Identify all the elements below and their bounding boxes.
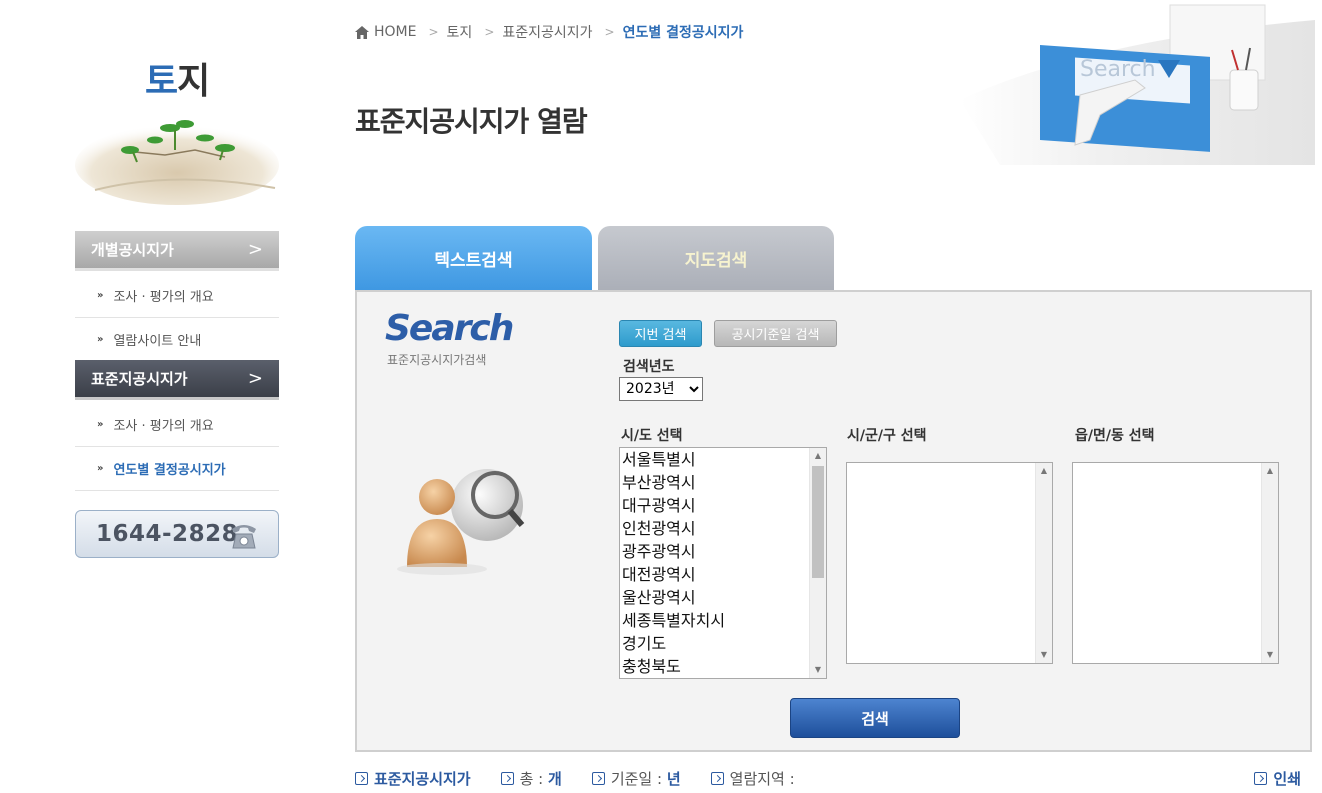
info-region-label: 열람지역 : [729,769,795,788]
phone-number-box: 1644-2828 [75,510,279,558]
button-label: 공시기준일 검색 [731,328,820,343]
breadcrumb-home[interactable]: HOME [374,24,416,40]
breadcrumb-item-standard-price[interactable]: 표준지공시지가 [502,22,592,42]
scroll-up-icon[interactable]: ▲ [810,448,826,464]
scroll-down-icon[interactable]: ▼ [810,662,826,678]
breadcrumb-separator-icon: > [428,25,439,39]
sidebar-menu-label: 표준지공시지가 [91,370,188,388]
sido-options: 서울특별시 부산광역시 대구광역시 인천광역시 광주광역시 대전광역시 울산광역시 세종특별자… [620,448,826,678]
eupmyeondong-listbox[interactable]: ▲ ▼ [1072,462,1279,664]
home-icon [355,25,369,39]
print-button[interactable]: 인쇄 [1254,768,1301,789]
info-category-text: 표준지공시지가 [374,769,471,788]
print-label: 인쇄 [1273,769,1301,788]
info-total: 총 : 개 [500,768,562,789]
scroll-thumb[interactable] [812,466,824,578]
sidebar-item-label: 조사 · 평가의 개요 [113,290,214,305]
info-category: 표준지공시지가 [355,768,471,789]
breadcrumb-separator-icon: > [484,25,495,39]
arrow-box-icon [591,771,605,785]
scroll-up-icon[interactable]: ▲ [1036,463,1052,479]
search-logo-subtitle: 표준지공시지가검색 [387,353,487,367]
sprout-illustration [75,120,279,205]
search-illustration: Search [960,4,1315,165]
button-label: 지번 검색 [634,328,687,343]
chevron-right-icon: > [247,239,263,260]
breadcrumb: HOME > 토지 > 표준지공시지가 > 연도별 결정공시지가 [355,22,743,42]
tab-map-search[interactable]: 지도검색 [598,226,834,290]
telephone-icon [232,525,256,549]
sido-option[interactable]: 광주광역시 [620,540,826,563]
sido-label: 시/도 선택 [621,428,683,444]
page: 토지 개별공시지가 > » 조사 · 평가의 개요 » 열람사이트 안내 표준지… [0,0,1322,793]
breadcrumb-separator-icon: > [604,25,615,39]
eupmyeondong-scrollbar[interactable]: ▲ ▼ [1261,463,1278,663]
info-total-unit: 개 [548,769,562,788]
arrow-box-icon [1254,771,1268,785]
button-label: 검색 [861,709,889,728]
sido-option[interactable]: 인천광역시 [620,517,826,540]
result-info-bar: 표준지공시지가 총 : 개 기준일 : 년 열람지역 : 인쇄 [355,767,1305,789]
sigungu-listbox[interactable]: ▲ ▼ [846,462,1053,664]
arrow-box-icon [500,771,514,785]
sidebar-menu-label: 개별공시지가 [91,241,174,259]
base-date-search-button[interactable]: 공시기준일 검색 [714,320,837,347]
double-arrow-icon: » [97,463,104,474]
sidebar-item-survey-overview-2[interactable]: » 조사 · 평가의 개요 [75,403,279,447]
eupmyeondong-label: 읍/면/동 선택 [1075,428,1155,444]
arrow-box-icon [710,771,724,785]
lot-number-search-button[interactable]: 지번 검색 [619,320,702,347]
search-button[interactable]: 검색 [790,698,960,738]
illustration-search-text: Search [1080,57,1156,82]
info-base-date-unit: 년 [666,769,681,788]
logo-char-2: 지 [177,61,210,102]
sidebar-item-label: 열람사이트 안내 [113,334,202,349]
sigungu-label: 시/군/구 선택 [847,428,927,444]
person-magnifier-icon [397,469,525,575]
sido-option[interactable]: 부산광역시 [620,471,826,494]
sido-option[interactable]: 서울특별시 [620,448,826,471]
sidebar-item-site-guide[interactable]: » 열람사이트 안내 [75,318,279,362]
search-logo: Search [385,308,514,349]
scroll-up-icon[interactable]: ▲ [1262,463,1278,479]
tab-label: 텍스트검색 [434,250,513,271]
double-arrow-icon: » [97,419,104,430]
sidebar-menu-individual-land-price[interactable]: 개별공시지가 > [75,231,279,271]
info-total-label: 총 : [519,769,544,788]
double-arrow-icon: » [97,290,104,301]
tab-text-search[interactable]: 텍스트검색 [355,226,592,290]
tab-label: 지도검색 [684,250,748,271]
breadcrumb-item-current: 연도별 결정공시지가 [622,25,744,41]
section-logo: 토지 [145,52,210,104]
info-region: 열람지역 : [710,768,795,789]
sidebar-item-label: 연도별 결정공시지가 [113,463,226,478]
sido-option[interactable]: 대전광역시 [620,563,826,586]
sido-option[interactable]: 경기도 [620,632,826,655]
arrow-box-icon [355,771,368,785]
sidebar-item-label: 조사 · 평가의 개요 [113,419,214,434]
sidebar-item-survey-overview-1[interactable]: » 조사 · 평가의 개요 [75,274,279,318]
sidebar-menu-standard-land-price[interactable]: 표준지공시지가 > [75,360,279,400]
scroll-down-icon[interactable]: ▼ [1036,647,1052,663]
sido-listbox[interactable]: 서울특별시 부산광역시 대구광역시 인천광역시 광주광역시 대전광역시 울산광역시 세종특별자… [619,447,827,679]
phone-number: 1644-2828 [96,521,239,547]
logo-char-1: 토 [145,61,178,102]
sido-option[interactable]: 세종특별자치시 [620,609,826,632]
search-panel: Search 표준지공시지가검색 지번 검색 공시기준일 검색 검색년도 202… [355,290,1312,752]
sido-option[interactable]: 충청북도 [620,655,826,678]
double-arrow-icon: » [97,334,104,345]
info-base-date: 기준일 : 년 [591,768,681,789]
breadcrumb-item-land[interactable]: 토지 [447,22,473,42]
sigungu-scrollbar[interactable]: ▲ ▼ [1035,463,1052,663]
year-label: 검색년도 [623,359,675,375]
sidebar-item-yearly-price[interactable]: » 연도별 결정공시지가 [75,447,279,491]
sido-scrollbar[interactable]: ▲ ▼ [809,448,826,678]
sido-option[interactable]: 대구광역시 [620,494,826,517]
sido-option[interactable]: 울산광역시 [620,586,826,609]
scroll-down-icon[interactable]: ▼ [1262,647,1278,663]
chevron-right-icon: > [247,368,263,389]
info-base-date-label: 기준일 : [610,769,663,788]
page-title: 표준지공시지가 열람 [355,105,588,138]
year-select[interactable]: 2023년 [619,377,703,401]
